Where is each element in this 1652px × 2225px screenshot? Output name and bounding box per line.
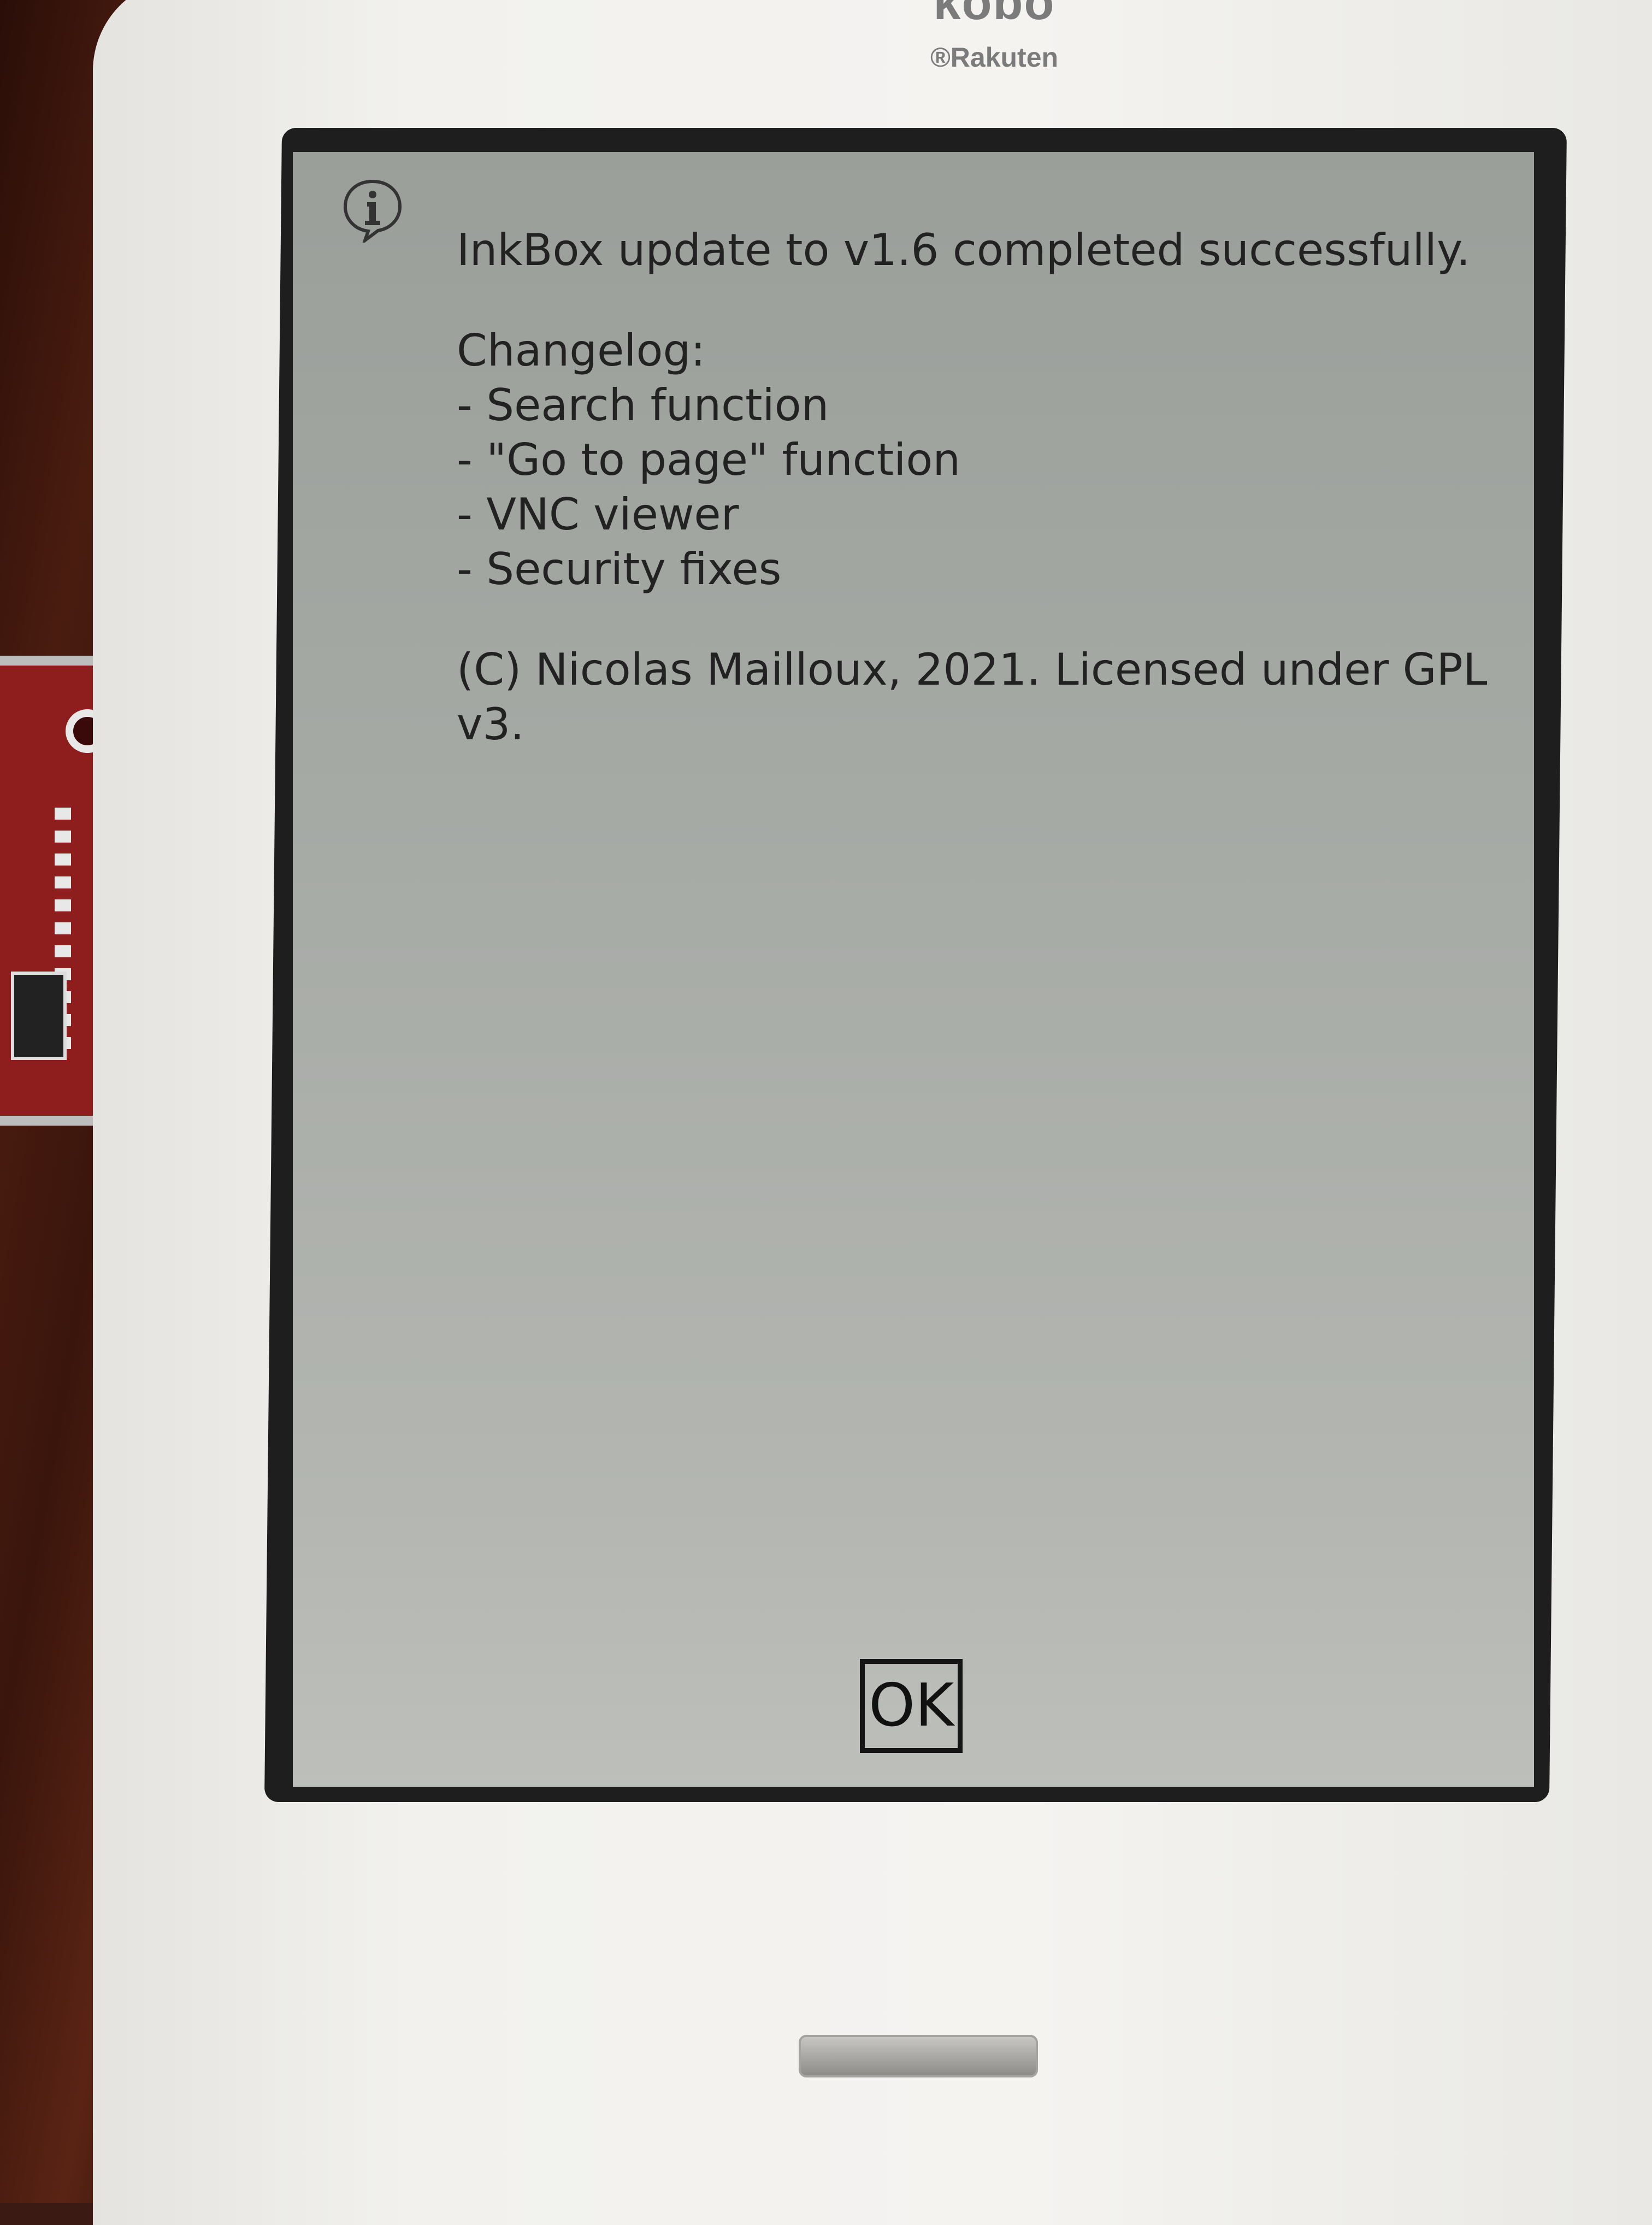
brand-name: kobo <box>933 0 1055 30</box>
home-button[interactable] <box>799 2035 1038 2077</box>
changelog-heading: Changelog: <box>457 325 706 376</box>
changelog-item: - Search function <box>457 380 829 431</box>
changelog-item: - VNC viewer <box>457 489 739 540</box>
brand-subtitle: ®Rakuten <box>930 42 1059 73</box>
update-message: InkBox update to v1.6 completed successf… <box>457 223 1495 752</box>
changelog-item: - Security fixes <box>457 544 782 594</box>
license-line: (C) Nicolas Mailloux, 2021. Licensed und… <box>457 644 1488 695</box>
dip-switch <box>11 972 67 1060</box>
eink-screen: InkBox update to v1.6 completed successf… <box>293 152 1534 1787</box>
changelog-item: - "Go to page" function <box>457 434 961 485</box>
ok-button[interactable]: OK <box>860 1659 963 1753</box>
device-logo: kobo ®Rakuten <box>912 0 1076 73</box>
message-title: InkBox update to v1.6 completed successf… <box>457 225 1471 275</box>
info-icon <box>343 179 402 243</box>
license-line: v3. <box>457 699 524 750</box>
